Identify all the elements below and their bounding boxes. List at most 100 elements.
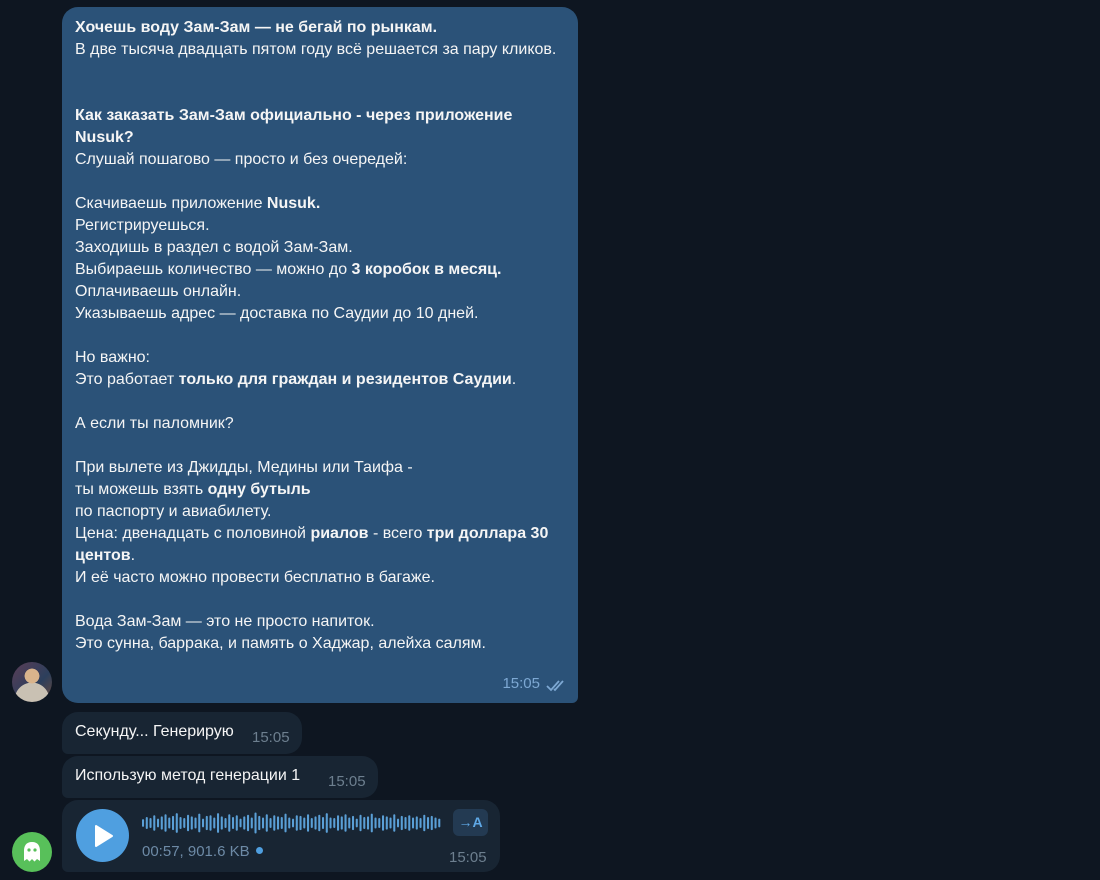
text-segment: Выбираешь количество — можно до <box>75 261 352 278</box>
waveform-bar <box>202 818 205 828</box>
waveform-bar <box>277 816 280 830</box>
text-segment: Указываешь адрес — доставка по Саудии до… <box>75 305 479 322</box>
waveform-bar <box>359 814 362 832</box>
unplayed-dot <box>255 846 263 854</box>
text-segment: Цена: двенадцать с половиной <box>75 525 311 542</box>
bot-avatar[interactable] <box>12 832 52 872</box>
waveform-bar <box>224 818 227 828</box>
waveform-bar <box>299 815 302 831</box>
avatar[interactable] <box>12 662 52 702</box>
waveform-bar <box>340 816 343 830</box>
message-line: А если ты паломник? <box>75 413 565 435</box>
waveform-bar <box>318 814 321 832</box>
text-segment: Скачиваешь приложение <box>75 195 267 212</box>
bold-text: Как заказать Зам-Зам официально - через … <box>75 107 517 146</box>
waveform-bar <box>172 815 175 831</box>
text-segment: Регистрируешься. <box>75 217 210 234</box>
waveform-bar <box>355 818 358 828</box>
voice-waveform[interactable] <box>142 811 442 835</box>
waveform-bar <box>423 814 426 832</box>
waveform-bar <box>419 818 422 828</box>
message-text: Использую метод генерации 1 <box>75 767 301 784</box>
ghost-icon <box>24 842 40 862</box>
bold-text: Nusuk. <box>266 195 321 212</box>
message-line: И её часто можно провести бесплатно в ба… <box>75 567 565 589</box>
text-segment: ты можешь взять <box>75 481 208 498</box>
waveform-bar <box>352 815 355 831</box>
waveform-bar <box>160 816 163 830</box>
waveform-bar <box>228 814 231 832</box>
text-segment: . <box>130 547 136 564</box>
waveform-bar <box>348 817 351 829</box>
text-segment: И её часто можно провести бесплатно в ба… <box>75 569 435 586</box>
message-line <box>75 61 565 83</box>
waveform-bar <box>408 815 411 831</box>
message-line: Цена: двенадцать с половиной риалов - вс… <box>75 523 565 567</box>
message-line: Это работает только для граждан и резиде… <box>75 369 565 391</box>
message-line: Это сунна, баррака, и память о Хаджар, а… <box>75 633 565 655</box>
message-line: Регистрируешься. <box>75 215 565 237</box>
transcribe-button[interactable]: →A <box>453 809 488 836</box>
play-button[interactable] <box>76 809 129 862</box>
message-line <box>75 83 565 105</box>
waveform-bar <box>239 818 242 828</box>
message-line: Но важно: <box>75 347 565 369</box>
waveform-bar <box>303 817 306 829</box>
message-line: Вода Зам-Зам — это не просто напиток. <box>75 611 565 633</box>
waveform-bar <box>404 816 407 830</box>
waveform-bar <box>190 816 193 830</box>
message-text: Хочешь воду Зам-Зам — не бегай по рынкам… <box>75 17 565 655</box>
message-line: Скачиваешь приложение Nusuk. <box>75 193 565 215</box>
waveform-bar <box>153 815 156 831</box>
message-line: Заходишь в раздел с водой Зам-Зам. <box>75 237 565 259</box>
waveform-bar <box>288 817 291 829</box>
message-line: В две тысяча двадцать пятом году всё реш… <box>75 39 565 61</box>
waveform-bar <box>243 816 246 830</box>
waveform-bar <box>374 817 377 829</box>
waveform-bar <box>183 818 186 828</box>
text-segment: по паспорту и авиабилету. <box>75 503 272 520</box>
message-line: Хочешь воду Зам-Зам — не бегай по рынкам… <box>75 17 565 39</box>
text-segment: При вылете из Джидды, Медины или Таифа - <box>75 459 413 476</box>
waveform-bar <box>175 813 178 833</box>
bold-text: только для граждан и резидентов Саудии <box>178 371 512 388</box>
waveform-bar <box>262 817 265 829</box>
text-segment: А если ты паломник? <box>75 415 234 432</box>
waveform-bar <box>145 816 148 830</box>
waveform-bar <box>149 818 152 828</box>
waveform-bar <box>310 818 313 828</box>
waveform-bar <box>247 814 250 832</box>
outgoing-message-bubble[interactable]: Хочешь воду Зам-Зам — не бегай по рынкам… <box>62 7 578 703</box>
voice-message-bubble[interactable]: 00:57, 901.6 KB →A 15:05 <box>62 800 500 872</box>
text-segment: Это работает <box>75 371 179 388</box>
double-check-icon <box>546 680 564 692</box>
message-time: 15:05 <box>502 675 540 692</box>
message-line: При вылете из Джидды, Медины или Таифа - <box>75 457 565 479</box>
waveform-bar <box>198 813 201 833</box>
incoming-message-bubble[interactable]: Использую метод генерации 1 15:05 <box>62 756 378 798</box>
waveform-bar <box>194 817 197 829</box>
incoming-message-bubble[interactable]: Секунду... Генерирую 15:05 <box>62 712 302 754</box>
waveform-bar <box>322 816 325 830</box>
waveform-bar <box>438 818 441 828</box>
voice-meta: 00:57, 901.6 KB <box>142 843 263 860</box>
waveform-bar <box>337 815 340 831</box>
message-text: Секунду... Генерирую <box>75 723 234 740</box>
bold-text: риалов <box>310 525 369 542</box>
play-icon <box>95 825 113 847</box>
waveform-bar <box>179 816 182 830</box>
text-segment: Вода Зам-Зам — это не просто напиток. <box>75 613 375 630</box>
waveform-bar <box>295 815 298 831</box>
waveform-bar <box>157 818 160 828</box>
waveform-bar <box>412 817 415 829</box>
message-line: Оплачиваешь онлайн. <box>75 281 565 303</box>
waveform-bar <box>164 814 167 832</box>
waveform-bar <box>258 815 261 831</box>
waveform-bar <box>232 816 235 830</box>
waveform-bar <box>269 818 272 828</box>
waveform-bar <box>333 818 336 828</box>
text-segment: Это сунна, баррака, и память о Хаджар, а… <box>75 635 486 652</box>
waveform-bar <box>415 816 418 830</box>
waveform-bar <box>370 813 373 833</box>
waveform-bar <box>430 815 433 831</box>
